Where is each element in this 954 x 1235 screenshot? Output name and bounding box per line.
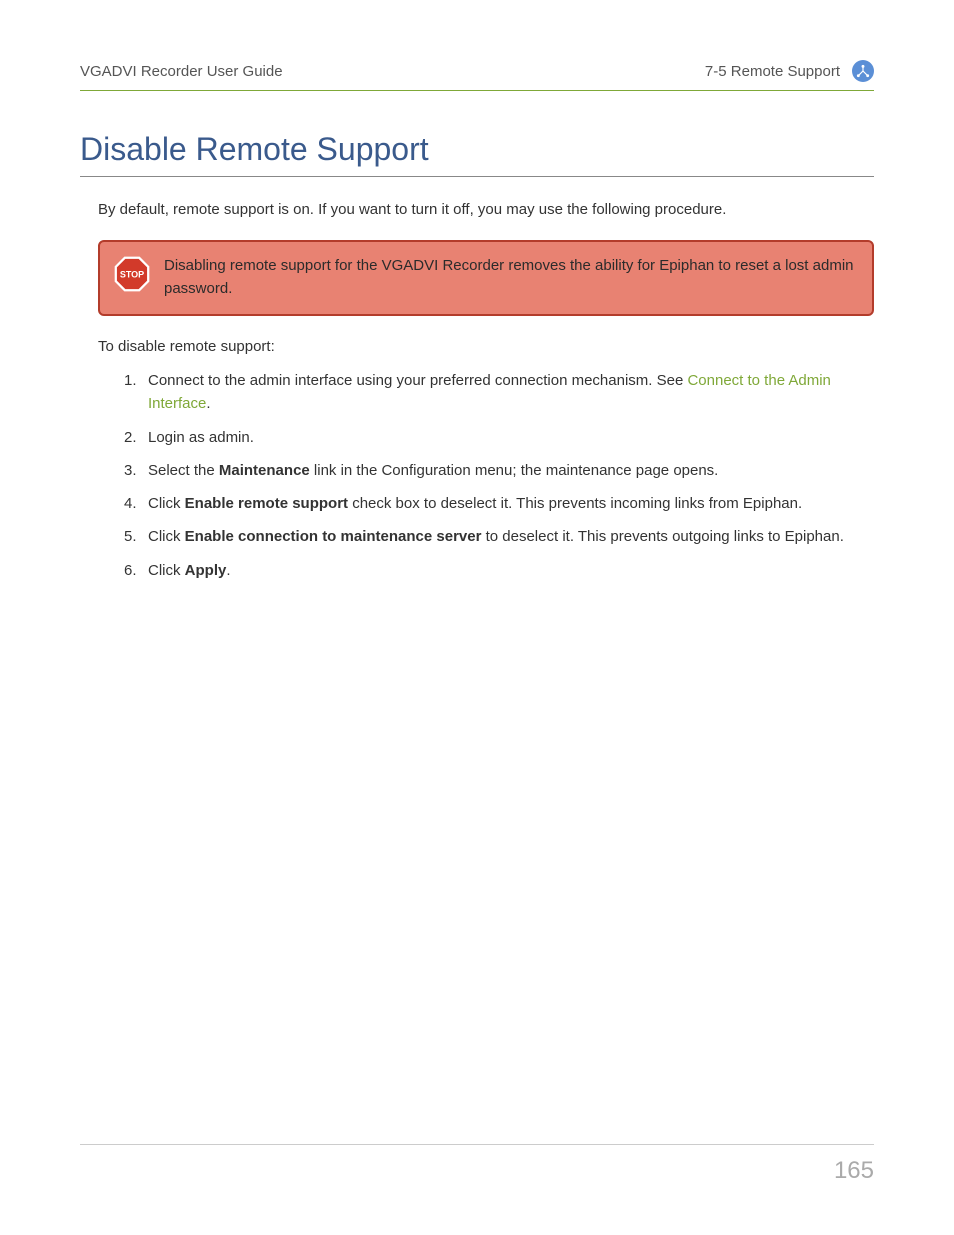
step-1: Connect to the admin interface using you… xyxy=(124,369,874,416)
step-3: Select the Maintenance link in the Confi… xyxy=(124,459,874,482)
step-5: Click Enable connection to maintenance s… xyxy=(124,525,874,548)
footer-divider xyxy=(80,1144,874,1145)
header-section-title: 7-5 Remote Support xyxy=(705,63,840,80)
page-header: VGADVI Recorder User Guide 7-5 Remote Su… xyxy=(80,60,874,91)
warning-callout: STOP Disabling remote support for the VG… xyxy=(98,240,874,317)
step-2-text: Login as admin. xyxy=(148,429,254,446)
warning-text: Disabling remote support for the VGADVI … xyxy=(164,254,854,301)
header-guide-title: VGADVI Recorder User Guide xyxy=(80,63,283,80)
step-4: Click Enable remote support check box to… xyxy=(124,492,874,515)
step-3-bold: Maintenance xyxy=(219,462,310,479)
step-6-prefix: Click xyxy=(148,562,185,579)
stop-icon-label: STOP xyxy=(120,269,144,279)
step-5-prefix: Click xyxy=(148,528,185,545)
step-4-bold: Enable remote support xyxy=(185,495,348,512)
step-5-bold: Enable connection to maintenance server xyxy=(185,528,482,545)
header-right-group: 7-5 Remote Support xyxy=(705,60,874,82)
page-title: Disable Remote Support xyxy=(80,131,874,177)
document-page: VGADVI Recorder User Guide 7-5 Remote Su… xyxy=(0,0,954,1235)
step-2: Login as admin. xyxy=(124,426,874,449)
step-1-suffix: . xyxy=(206,395,210,412)
step-4-prefix: Click xyxy=(148,495,185,512)
intro-paragraph: By default, remote support is on. If you… xyxy=(98,199,874,222)
procedure-lead: To disable remote support: xyxy=(98,338,874,355)
step-6-bold: Apply xyxy=(185,562,227,579)
step-4-mid: check box to deselect it. This prevents … xyxy=(348,495,802,512)
step-6-mid: . xyxy=(226,562,230,579)
stop-icon: STOP xyxy=(114,256,150,292)
procedure-steps: Connect to the admin interface using you… xyxy=(124,369,874,582)
step-6: Click Apply. xyxy=(124,559,874,582)
step-3-prefix: Select the xyxy=(148,462,219,479)
tools-icon xyxy=(852,60,874,82)
page-number: 165 xyxy=(834,1157,874,1185)
step-3-mid: link in the Configuration menu; the main… xyxy=(310,462,719,479)
step-5-mid: to deselect it. This prevents outgoing l… xyxy=(481,528,843,545)
step-1-prefix: Connect to the admin interface using you… xyxy=(148,372,687,389)
